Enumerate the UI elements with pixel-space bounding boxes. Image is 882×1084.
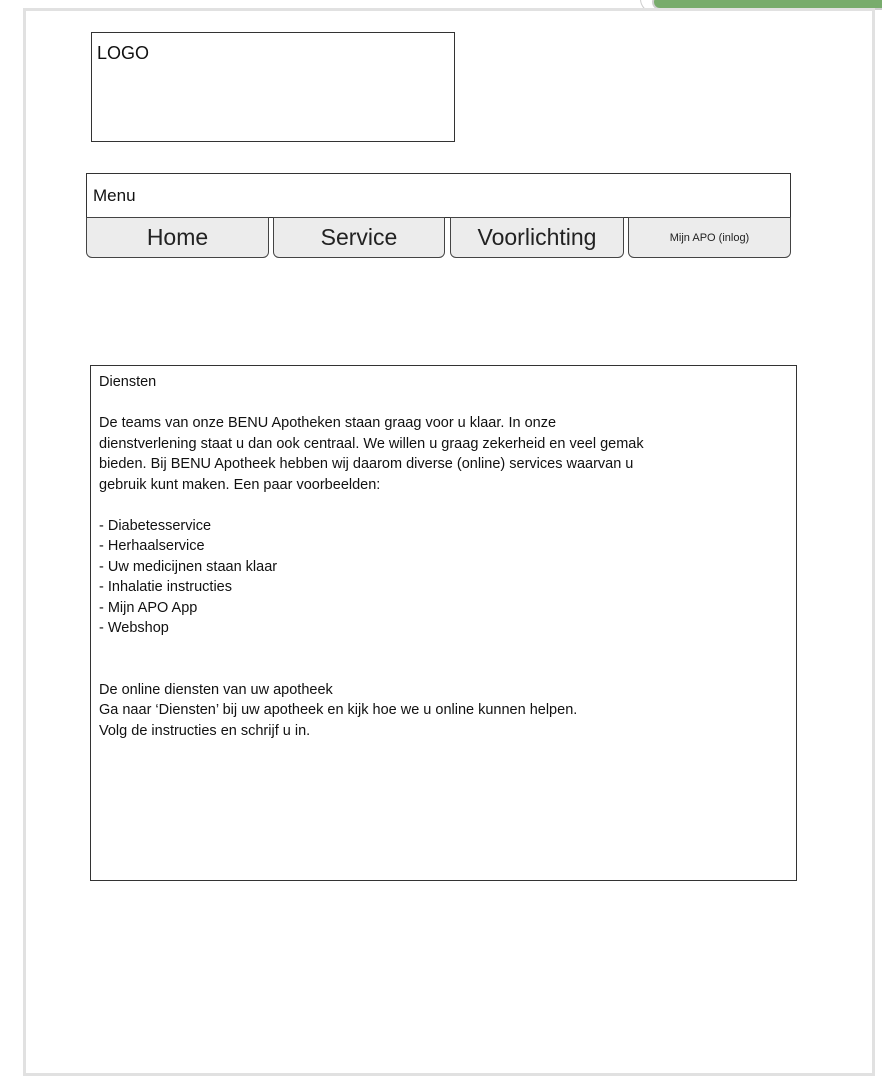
service-list-item: - Herhaalservice [99, 538, 205, 554]
nav-mijn-apo-login-button[interactable]: Mijn APO (inlog) [628, 217, 791, 258]
menu-label: Menu [93, 186, 136, 205]
canvas: LOGO Menu Home Service Voorlichting Mijn… [0, 0, 882, 1084]
online-line: Ga naar ‘Diensten’ bij uw apotheek en ki… [99, 702, 578, 718]
service-list-item: - Diabetesservice [99, 517, 212, 534]
intro-line: De teams van onze BENU Apotheken staan g… [99, 415, 557, 431]
service-list-item: - Uw medicijnen staan klaar [99, 558, 278, 575]
content-heading: Diensten [99, 374, 157, 390]
online-line: Volg de instructies en schrijf u in. [99, 722, 311, 739]
logo-placeholder: LOGO [91, 32, 455, 142]
logo-label: LOGO [97, 43, 150, 63]
intro-line: dienstverlening staat u dan ook centraal… [99, 435, 644, 452]
online-heading: De online diensten van uw apotheek [99, 681, 333, 698]
service-list-item: - Webshop [99, 620, 169, 636]
nav-voorlichting-button[interactable]: Voorlichting [450, 217, 624, 258]
service-list-item: - Inhalatie instructies [99, 579, 232, 595]
intro-line: gebruik kunt maken. Een paar voorbeelden… [99, 476, 381, 493]
nav-service-button[interactable]: Service [273, 217, 445, 258]
content-panel: Diensten De teams van onze BENU Apotheke… [90, 365, 797, 881]
service-list-item: - Mijn APO App [99, 599, 198, 616]
nav-home-button[interactable]: Home [86, 217, 269, 258]
menu-bar: Menu [86, 173, 791, 218]
intro-line: bieden. Bij BENU Apotheek hebben wij daa… [99, 456, 634, 472]
